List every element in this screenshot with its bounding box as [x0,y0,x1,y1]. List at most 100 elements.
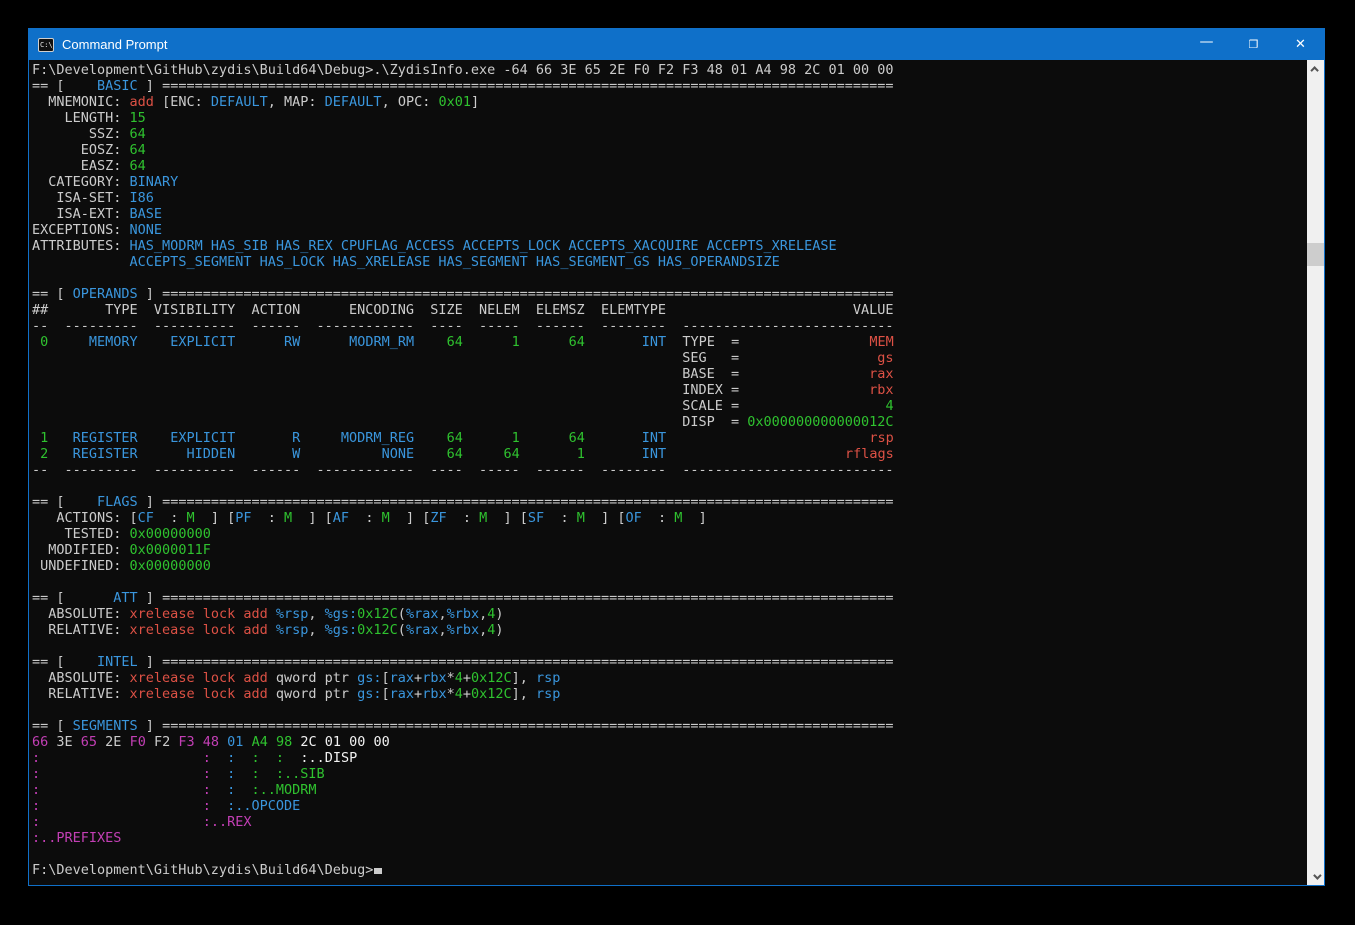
terminal-line: F:\Development\GitHub\zydis\Build64\Debu… [32,862,1307,878]
text-segment: ( [398,606,406,622]
text-segment [414,446,447,462]
text-segment [40,814,203,830]
text-segment: %rbx [447,622,480,638]
text-segment: UNDEFINED: [32,558,130,574]
minimize-button[interactable]: — [1183,29,1230,60]
text-segment: 01 [227,734,243,750]
text-segment: OF [625,510,641,526]
text-segment: qword ptr [268,686,357,702]
window-title: Command Prompt [62,37,167,52]
text-segment: rax [869,366,893,382]
text-segment: SF [528,510,544,526]
text-segment: 64 [569,334,585,350]
text-segment: CATEGORY: [32,174,130,190]
text-segment: ISA-EXT: [32,206,130,222]
text-segment: 0x00000000 [130,558,211,574]
text-segment [300,334,349,350]
terminal-line: MODIFIED: 0x0000011F [32,542,1307,558]
text-segment: INT [642,430,666,446]
text-segment: %rbx [447,606,480,622]
text-segment: -------------------------- [682,318,893,334]
text-segment: , MAP: [268,94,325,110]
text-segment: :..MODRM [252,782,317,798]
terminal-line: TESTED: 0x00000000 [32,526,1307,542]
text-segment: : [203,750,211,766]
text-segment: -------------------------- [682,462,893,478]
text-segment [48,430,72,446]
text-segment: : [544,510,577,526]
text-segment: MEMORY [89,334,138,350]
text-segment: 0x01 [438,94,471,110]
text-segment [284,750,300,766]
text-segment [414,430,447,446]
text-segment: ABSOLUTE: [32,670,130,686]
text-segment [211,766,227,782]
text-segment: rsp [536,686,560,702]
text-segment: ] [471,94,479,110]
close-button[interactable]: ✕ [1277,29,1324,60]
chevron-down-icon [1313,871,1321,879]
scrollbar-thumb[interactable] [1307,243,1324,266]
scroll-up-button[interactable] [1307,60,1324,77]
terminal-line: : : : : : :..DISP [32,750,1307,766]
text-segment: ] [ [195,510,236,526]
text-segment: 0x0000011F [130,542,211,558]
scroll-down-button[interactable] [1307,868,1324,885]
text-segment: + [414,670,422,686]
terminal-line: 1 REGISTER EXPLICIT R MODRM_REG 64 1 64 … [32,430,1307,446]
text-segment: 64 [130,158,146,174]
terminal-output[interactable]: F:\Development\GitHub\zydis\Build64\Debu… [29,60,1307,885]
text-segment: DEFAULT [325,94,382,110]
text-segment: M [186,510,194,526]
text-segment: : [203,782,211,798]
terminal-line: 0 MEMORY EXPLICIT RW MODRM_RM 64 1 64 IN… [32,334,1307,350]
text-segment: BASE [130,206,163,222]
text-segment [195,734,203,750]
text-segment: 0x12C [357,606,398,622]
text-segment [520,334,569,350]
scrollbar[interactable] [1307,60,1324,885]
terminal-line: == [ BASIC ] ===========================… [32,78,1307,94]
terminal-line: MNEMONIC: add [ENC: DEFAULT, MAP: DEFAUL… [32,94,1307,110]
text-segment [48,446,72,462]
text-segment: OPERANDS [73,286,138,302]
terminal-line: SCALE = 4 [32,398,1307,414]
text-segment [211,782,227,798]
text-segment: * [447,670,455,686]
text-segment: LENGTH: [32,110,130,126]
text-segment: : [32,798,40,814]
text-segment: [ [382,670,390,686]
text-segment [739,382,869,398]
text-segment [40,798,203,814]
text-segment: SEG = [682,350,739,366]
terminal-line: ISA-SET: I86 [32,190,1307,206]
text-segment: : [447,510,480,526]
text-segment: ATTRIBUTES: [32,238,130,254]
text-segment: ========================================… [162,590,894,606]
text-segment: : [276,750,284,766]
text-segment: 48 [203,734,219,750]
terminal-line: CATEGORY: BINARY [32,174,1307,190]
text-segment [666,446,845,462]
text-segment: == [ [32,718,73,734]
text-segment: : [203,798,211,814]
text-segment: * [447,686,455,702]
text-segment [739,398,885,414]
text-segment [138,446,187,462]
text-segment: -- --------- ---------- ------ ---------… [32,462,682,478]
text-segment: == [ [32,286,73,302]
text-segment [138,430,171,446]
maximize-button[interactable]: ❐ [1230,29,1277,60]
minimize-icon: — [1200,34,1214,50]
terminal-line: -- --------- ---------- ------ ---------… [32,462,1307,478]
text-segment: rax [390,686,414,702]
text-segment [463,446,504,462]
text-segment: 4 [455,686,463,702]
cmd-icon[interactable]: C:\_ [38,38,54,52]
text-segment [40,766,203,782]
text-segment: 64 [130,142,146,158]
text-segment: 0x12C [471,670,512,686]
title-bar[interactable]: C:\_ Command Prompt — ❐ ✕ [29,29,1324,60]
text-segment: xrelease lock add [130,686,268,702]
text-segment: INT [642,446,666,462]
